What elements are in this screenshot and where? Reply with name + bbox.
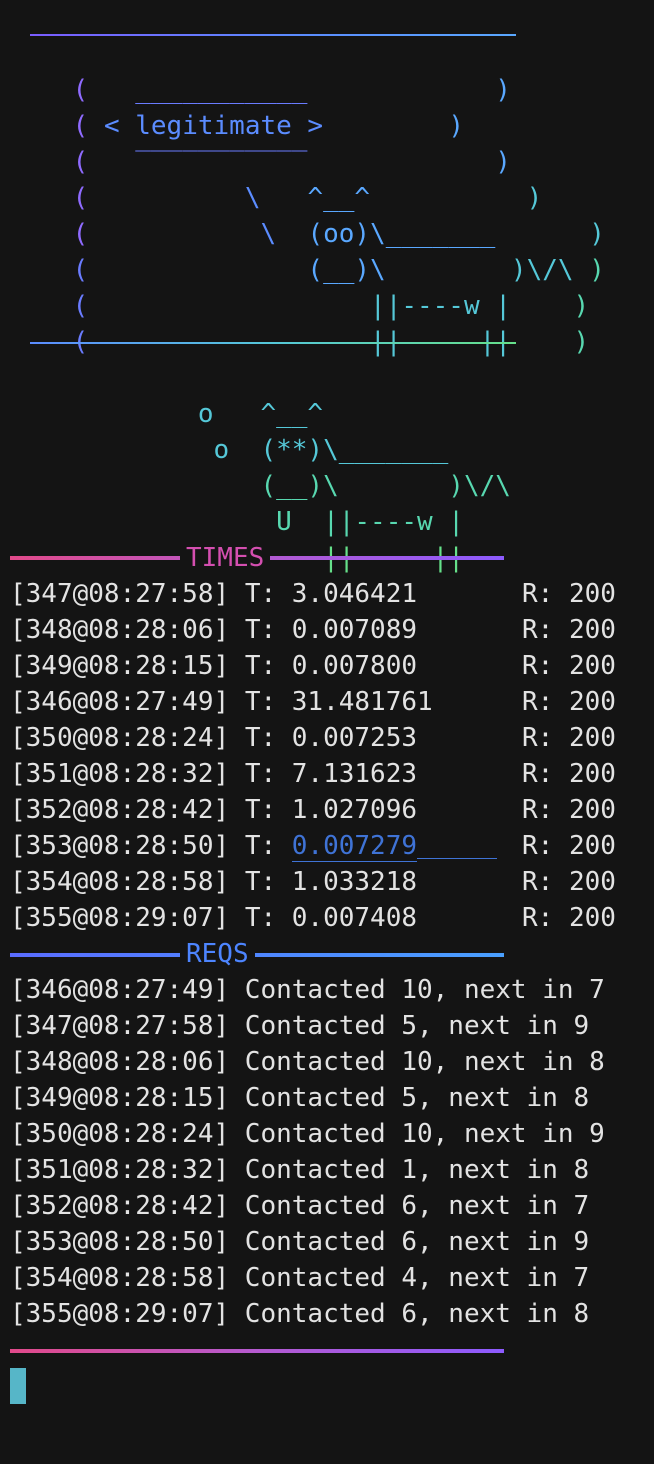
cow2-line-1: o ^__^ — [72, 399, 324, 429]
reqs-row: [348@08:28:06] Contacted 10, next in 8 — [10, 1047, 605, 1077]
times-row-status: R: 200 — [522, 903, 616, 933]
art-line-2: ( < legitimate > ) — [72, 111, 464, 141]
times-row: [354@08:28:58] T: 1.033218 — [10, 867, 418, 897]
times-heading: TIMES — [180, 540, 271, 576]
reqs-row: [351@08:28:32] Contacted 1, next in 8 — [10, 1155, 590, 1185]
reqs-row: [353@08:28:50] Contacted 6, next in 9 — [10, 1227, 590, 1257]
reqs-row: [355@08:29:07] Contacted 6, next in 8 — [10, 1299, 590, 1329]
end-separator — [10, 1349, 504, 1353]
terminal-cursor — [10, 1368, 26, 1404]
art-line-8: ( || || ) — [73, 327, 590, 357]
highlight-underline — [417, 828, 498, 859]
times-row: [348@08:28:06] T: 0.007089 — [10, 615, 418, 645]
highlighted-value-link[interactable]: 0.007279 — [291, 831, 418, 862]
times-row-status: R: 200 — [522, 579, 616, 609]
times-row-status: R: 200 — [522, 651, 616, 681]
times-row: [347@08:27:58] T: 3.046421 — [10, 579, 418, 609]
times-row: [349@08:28:15] T: 0.007800 — [10, 651, 418, 681]
times-row-status: R: 200 — [522, 759, 616, 789]
art-line-7: ( ||----w | ) — [72, 291, 590, 321]
reqs-row: [349@08:28:15] Contacted 5, next in 8 — [10, 1083, 590, 1113]
reqs-row: [347@08:27:58] Contacted 5, next in 9 — [10, 1011, 590, 1041]
art-line-5: ( \ (oo)\_______ ) — [72, 219, 605, 249]
times-row-status: R: 200 — [522, 687, 616, 717]
times-row-highlighted[interactable]: [353@08:28:50] T: 0.007279 — [10, 828, 498, 864]
art-line-3: ( ‾‾‾‾‾‾‾‾‾‾‾ ) — [72, 147, 511, 177]
times-row: [352@08:28:42] T: 1.027096 — [10, 795, 418, 825]
cow2-line-3: (__)\ )\/\ — [72, 471, 511, 501]
reqs-row: [354@08:28:58] Contacted 4, next in 7 — [10, 1263, 590, 1293]
cow2-line-4: U ||----w | — [72, 507, 464, 537]
art-line-4: ( \ ^__^ ) — [72, 183, 543, 213]
cow2-line-2: o (**)\_______ — [72, 435, 449, 465]
times-row-status: R: 200 — [522, 723, 616, 753]
art-line-6: ( (__)\ )\/\ ) — [72, 255, 605, 285]
times-row-status: R: 200 — [522, 831, 616, 861]
reqs-separator — [10, 953, 504, 957]
times-row: [350@08:28:24] T: 0.007253 — [10, 723, 418, 753]
times-row-status: R: 200 — [522, 615, 616, 645]
times-row: [351@08:28:32] T: 7.131623 — [10, 759, 418, 789]
reqs-row: [350@08:28:24] Contacted 10, next in 9 — [10, 1119, 605, 1149]
times-row-status: R: 200 — [522, 795, 616, 825]
reqs-row: [346@08:27:49] Contacted 10, next in 7 — [10, 975, 605, 1005]
times-row: [346@08:27:49] T: 31.481761 — [10, 687, 433, 717]
speech-box-bottom-border — [30, 342, 516, 344]
times-row-status: R: 200 — [522, 867, 616, 897]
times-row: [355@08:29:07] T: 0.007408 — [10, 903, 418, 933]
terminal[interactable]: ( ___________ ) ( < legitimate > ) ( ‾‾‾… — [10, 0, 654, 1464]
cow2-line-5: || || — [323, 543, 464, 573]
reqs-heading: REQS — [180, 936, 255, 972]
art-line-1: ( ___________ ) — [72, 75, 511, 105]
reqs-row: [352@08:28:42] Contacted 6, next in 7 — [10, 1191, 590, 1221]
